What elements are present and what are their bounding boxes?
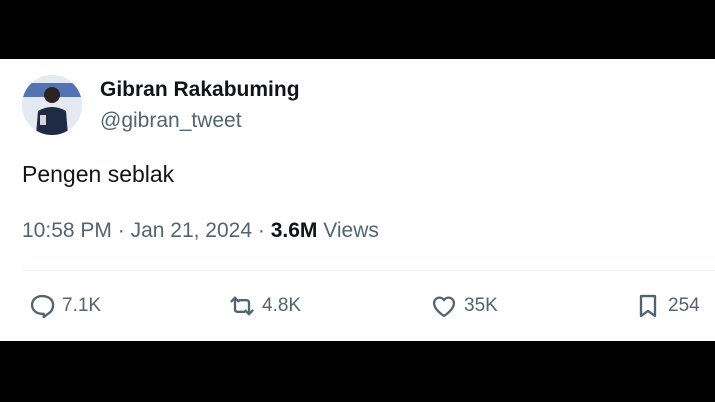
reply-button[interactable]: 7.1K bbox=[28, 291, 101, 321]
reply-icon bbox=[28, 292, 56, 320]
reply-count: 7.1K bbox=[62, 295, 102, 316]
tweet-time[interactable]: 10:58 PM bbox=[22, 219, 112, 242]
author-name[interactable]: Gibran Rakabuming bbox=[100, 78, 300, 102]
repost-icon bbox=[228, 292, 256, 320]
bookmark-count: 254 bbox=[668, 295, 700, 316]
like-button[interactable]: 35K bbox=[430, 291, 498, 321]
views-count: 3.6M bbox=[270, 219, 318, 242]
like-icon bbox=[430, 292, 458, 320]
tweet-text: Pengen seblak bbox=[22, 161, 175, 187]
repost-button[interactable]: 4.8K bbox=[228, 291, 301, 321]
tweet-card: Gibran Rakabuming @gibran_tweet Pengen s… bbox=[0, 59, 715, 341]
like-count: 35K bbox=[464, 295, 498, 316]
avatar[interactable] bbox=[22, 75, 82, 135]
avatar-image bbox=[22, 75, 82, 135]
bookmark-icon bbox=[634, 292, 662, 320]
bookmark-button[interactable]: 254 bbox=[634, 291, 700, 321]
views-label: Views bbox=[323, 219, 379, 242]
tweet-meta: 10:58 PM · Jan 21, 2024 · 3.6M Views bbox=[22, 219, 379, 243]
repost-count: 4.8K bbox=[262, 295, 302, 316]
divider bbox=[22, 270, 715, 271]
author-handle[interactable]: @gibran_tweet bbox=[100, 109, 242, 133]
tweet-date[interactable]: Jan 21, 2024 bbox=[131, 219, 252, 242]
meta-separator: · bbox=[257, 219, 265, 242]
meta-separator: · bbox=[117, 219, 125, 242]
